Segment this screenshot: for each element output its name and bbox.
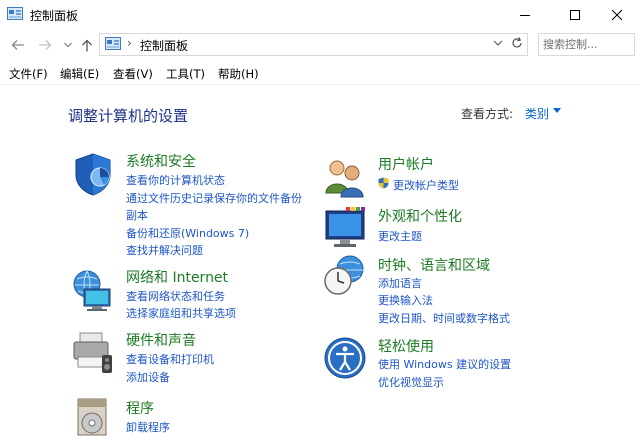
- category-clock-region[interactable]: 时钟、语言和区域: [378, 255, 490, 275]
- forward-button[interactable]: [36, 36, 54, 54]
- link-optimize-visual-display[interactable]: 优化视觉显示: [378, 374, 444, 390]
- link-change-theme[interactable]: 更改主题: [378, 228, 422, 244]
- programs-icon[interactable]: [70, 393, 116, 439]
- link-add-device[interactable]: 添加设备: [126, 369, 170, 385]
- category-network-internet[interactable]: 网络和 Internet: [126, 267, 228, 287]
- refresh-icon[interactable]: [510, 36, 524, 50]
- appearance-icon[interactable]: [322, 205, 368, 251]
- category-appearance[interactable]: 外观和个性化: [378, 206, 462, 226]
- view-by-label: 查看方式:: [461, 107, 514, 121]
- arrow-right-icon: [39, 40, 52, 50]
- back-button[interactable]: [9, 36, 27, 54]
- clock-region-icon[interactable]: [322, 253, 368, 299]
- control-panel-icon: [7, 7, 23, 20]
- link-devices-printers[interactable]: 查看设备和打印机: [126, 351, 214, 367]
- link-network-status[interactable]: 查看网络状态和任务: [126, 288, 225, 304]
- link-change-date-time-format[interactable]: 更改日期、时间或数字格式: [378, 310, 510, 326]
- maximize-icon: [570, 10, 580, 20]
- link-change-input-method[interactable]: 更换输入法: [378, 292, 433, 308]
- breadcrumb-separator[interactable]: ›: [127, 36, 132, 50]
- link-backup-restore[interactable]: 备份和还原(Windows 7): [126, 225, 249, 241]
- recent-locations-button[interactable]: [62, 36, 74, 54]
- category-system-security[interactable]: 系统和安全: [126, 151, 196, 171]
- menu-view[interactable]: 查看(V): [113, 66, 153, 82]
- link-add-language[interactable]: 添加语言: [378, 275, 422, 291]
- window-title: 控制面板: [30, 9, 79, 23]
- close-icon: [611, 9, 623, 21]
- menu-edit[interactable]: 编辑(E): [60, 66, 99, 82]
- minimize-button[interactable]: [502, 0, 548, 30]
- menu-bar: 文件(F) 编辑(E) 查看(V) 工具(T) 帮助(H): [0, 62, 640, 85]
- minimize-icon: [520, 15, 530, 16]
- control-panel-icon: [105, 37, 121, 50]
- arrow-up-icon: [82, 39, 92, 51]
- link-troubleshoot[interactable]: 查找并解决问题: [126, 242, 203, 258]
- control-panel-home: 调整计算机的设置 查看方式: 类别 系统和安全 查看你的计算机状态 通过文件历史…: [0, 85, 640, 447]
- chevron-down-icon[interactable]: [493, 38, 503, 48]
- address-bar[interactable]: › 控制面板: [99, 33, 528, 56]
- link-file-history-backup[interactable]: 通过文件历史记录保存你的文件备份: [126, 190, 302, 206]
- category-programs[interactable]: 程序: [126, 398, 154, 418]
- maximize-button[interactable]: [552, 0, 598, 30]
- page-title: 调整计算机的设置: [68, 107, 189, 125]
- link-uninstall-program[interactable]: 卸载程序: [126, 419, 170, 435]
- search-box[interactable]: [538, 33, 635, 56]
- close-button[interactable]: [594, 0, 640, 30]
- system-security-icon[interactable]: [70, 151, 116, 197]
- link-change-account-type[interactable]: 更改帐户类型: [393, 177, 459, 193]
- menu-tools[interactable]: 工具(T): [166, 66, 205, 82]
- chevron-down-icon: [64, 42, 72, 48]
- user-accounts-icon[interactable]: [322, 155, 368, 201]
- caret-down-icon[interactable]: [553, 108, 561, 114]
- link-homegroup-sharing[interactable]: 选择家庭组和共享选项: [126, 305, 236, 321]
- ease-of-access-icon[interactable]: [322, 335, 368, 381]
- search-input[interactable]: [543, 36, 629, 52]
- link-file-history-backup-copy[interactable]: 副本: [126, 207, 148, 223]
- link-view-computer-status[interactable]: 查看你的计算机状态: [126, 172, 225, 188]
- menu-file[interactable]: 文件(F): [9, 66, 48, 82]
- category-hardware-sound[interactable]: 硬件和声音: [126, 330, 196, 350]
- network-icon[interactable]: [70, 267, 116, 313]
- up-button[interactable]: [79, 36, 95, 54]
- title-bar: 控制面板: [0, 0, 640, 30]
- view-by-dropdown[interactable]: 类别: [525, 105, 549, 122]
- category-user-accounts[interactable]: 用户帐户: [378, 154, 434, 174]
- breadcrumb-control-panel[interactable]: 控制面板: [140, 37, 188, 54]
- uac-shield-icon: [378, 177, 389, 189]
- arrow-left-icon: [11, 40, 24, 50]
- hardware-sound-icon[interactable]: [70, 329, 116, 375]
- menu-help[interactable]: 帮助(H): [218, 66, 259, 82]
- link-recommended-settings[interactable]: 使用 Windows 建议的设置: [378, 356, 511, 372]
- category-ease-of-access[interactable]: 轻松使用: [378, 336, 434, 356]
